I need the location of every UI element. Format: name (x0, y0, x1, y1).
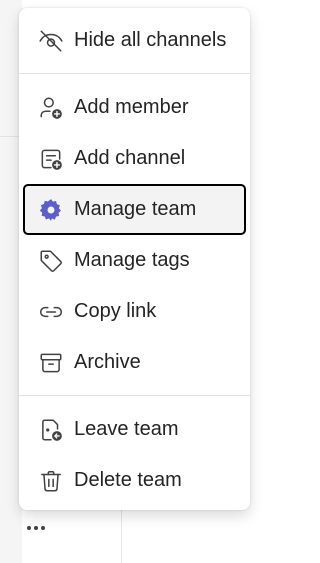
menu-item-label: Copy link (74, 300, 157, 322)
trash-icon (38, 468, 64, 494)
menu-item-label: Add channel (74, 147, 186, 169)
menu-item-archive[interactable]: Archive (19, 337, 250, 388)
person-add-icon (38, 95, 64, 121)
eye-off-icon (38, 28, 64, 54)
menu-item-copy-link[interactable]: Copy link (19, 286, 250, 337)
menu-item-label: Add member (74, 96, 189, 118)
tag-icon (38, 248, 64, 274)
archive-icon (38, 350, 64, 376)
team-context-menu: Hide all channels Add member Add channel… (19, 8, 250, 510)
menu-item-delete-team[interactable]: Delete team (19, 455, 250, 506)
menu-item-label: Delete team (74, 469, 182, 491)
menu-item-hide-all-channels[interactable]: Hide all channels (19, 15, 250, 66)
menu-item-manage-team[interactable]: Manage team (23, 184, 246, 235)
leave-icon (38, 417, 64, 443)
menu-item-add-channel[interactable]: Add channel (19, 133, 250, 184)
menu-item-leave-team[interactable]: Leave team (19, 404, 250, 455)
menu-item-label: Manage team (74, 198, 197, 220)
menu-item-add-member[interactable]: Add member (19, 82, 250, 133)
menu-separator (19, 73, 250, 74)
menu-item-label: Archive (74, 351, 141, 373)
menu-item-label: Leave team (74, 418, 179, 440)
channel-add-icon (38, 146, 64, 172)
more-options-icon[interactable] (27, 517, 49, 537)
menu-item-label: Hide all channels (74, 29, 227, 51)
menu-item-label: Manage tags (74, 249, 190, 271)
menu-item-manage-tags[interactable]: Manage tags (19, 235, 250, 286)
link-icon (38, 299, 64, 325)
gear-icon (38, 197, 64, 223)
menu-separator (19, 395, 250, 396)
